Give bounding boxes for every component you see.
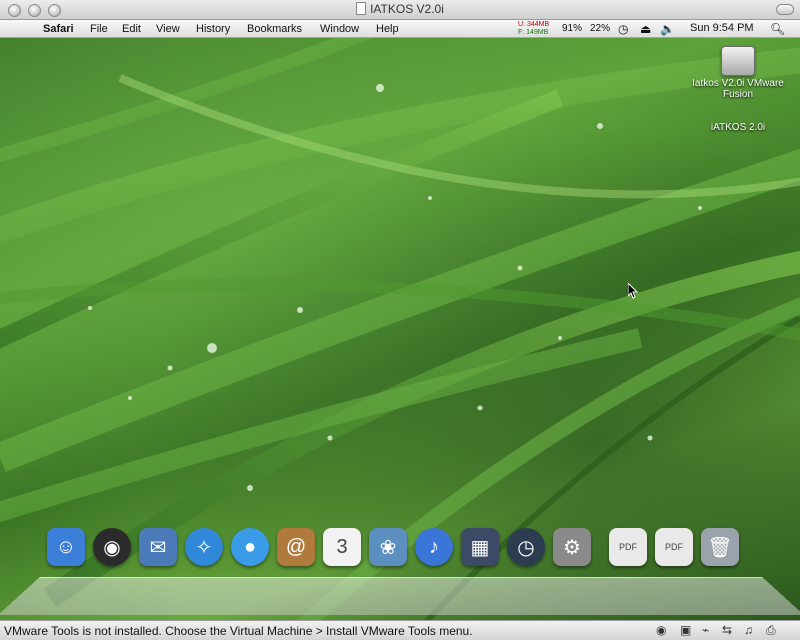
menu-history[interactable]: History [196, 23, 230, 35]
vmware-tools-message: VMware Tools is not installed. Choose th… [4, 624, 473, 638]
dock-item-pdf-document-2[interactable]: PDF [655, 528, 693, 566]
vmware-status-bar: VMware Tools is not installed. Choose th… [0, 620, 800, 640]
memory-free: F: 149MB [518, 29, 549, 36]
memory-used: U: 344MB [518, 21, 550, 28]
time-machine-menu-icon[interactable]: ◷ [618, 22, 628, 36]
window-title-bar[interactable]: IATKOS V2.0i [0, 0, 800, 20]
cd-drive-icon[interactable]: ◉ [656, 623, 666, 637]
menu-help[interactable]: Help [376, 23, 399, 35]
finder-icon: ☺ [55, 535, 77, 558]
menu-bookmarks[interactable]: Bookmarks [247, 23, 302, 35]
ical-icon: 3 [336, 535, 348, 558]
dock-item-safari[interactable]: ✧ [185, 528, 223, 566]
printer-icon[interactable]: ⎙ [766, 623, 776, 638]
pdf-document-1-icon: PDF [619, 542, 637, 552]
trash-icon: 🗑 [707, 536, 733, 559]
volume-icon[interactable]: 🔈 [660, 22, 675, 36]
document-icon [356, 2, 367, 15]
floppy-icon[interactable]: ▣ [680, 623, 691, 637]
eject-icon[interactable]: ⏏ [640, 22, 651, 36]
dock-item-trash[interactable]: 🗑 [701, 528, 739, 566]
ichat-icon: ● [243, 535, 257, 558]
dock-item-mail[interactable]: ✉ [139, 528, 177, 566]
iphoto-icon: ❀ [379, 536, 397, 559]
dock-item-spaces[interactable]: ▦ [461, 528, 499, 566]
usb-icon[interactable]: ⌁ [702, 623, 709, 637]
itunes-icon: ♪ [429, 535, 439, 558]
memory-meter[interactable]: U: 344MB F: 149MB [518, 21, 549, 37]
address-book-icon: @ [285, 535, 307, 558]
menu-bar: Safari File Edit View History Bookmarks … [0, 20, 800, 38]
window-title: IATKOS V2.0i [370, 2, 444, 16]
dock-item-iphoto[interactable]: ❀ [369, 528, 407, 566]
dashboard-icon: ◉ [103, 536, 121, 559]
dock-item-finder[interactable]: ☺ [47, 528, 85, 566]
dock-item-pdf-document-1[interactable]: PDF [609, 528, 647, 566]
menu-file[interactable]: File [90, 23, 108, 35]
dock: ☺ ◉ ✉ ✧ ● @3 ❀ ♪ ▦ ◷ ⚙ PDF PDF 🗑 [0, 528, 800, 578]
battery-percent[interactable]: 22% [590, 23, 610, 34]
cpu-usage[interactable]: 91% [562, 23, 582, 34]
menu-clock[interactable]: Sun 9:54 PM [690, 22, 754, 34]
dock-shelf [0, 576, 800, 616]
time-machine-icon: ◷ [517, 536, 535, 559]
desktop-icon-label: iATKOS 2.0i [710, 122, 766, 133]
dock-item-system-preferences[interactable]: ⚙ [553, 528, 591, 566]
desktop-drive-vmware-fusion[interactable]: Iatkos V2.0i VMware Fusion [678, 46, 798, 100]
window-title-wrap: IATKOS V2.0i [0, 2, 800, 16]
dock-item-address-book[interactable]: @ [277, 528, 315, 566]
pdf-document-2-icon: PDF [665, 542, 683, 552]
mouse-pointer-icon [628, 283, 638, 299]
spotlight-search-icon[interactable]: 🔍︎ [770, 22, 785, 36]
menu-view[interactable]: View [156, 23, 180, 35]
spaces-icon: ▦ [470, 536, 490, 559]
safari-icon: ✧ [195, 536, 213, 559]
desktop-drive-iatkos[interactable]: iATKOS 2.0i [678, 122, 798, 133]
menu-window[interactable]: Window [320, 23, 359, 35]
network-icon[interactable]: ⇆ [722, 623, 732, 637]
dock-item-time-machine[interactable]: ◷ [507, 528, 545, 566]
toolbar-toggle-button[interactable] [776, 4, 794, 15]
menu-app-name[interactable]: Safari [43, 23, 74, 35]
desktop-icon-label: Iatkos V2.0i VMware Fusion [692, 78, 784, 100]
dock-item-ichat[interactable]: ● [231, 528, 269, 566]
menu-edit[interactable]: Edit [122, 23, 141, 35]
dock-item-dashboard[interactable]: ◉ [93, 528, 131, 566]
dock-item-itunes[interactable]: ♪ [415, 528, 453, 566]
dock-item-ical[interactable]: 3 [323, 528, 361, 566]
system-preferences-icon: ⚙ [563, 536, 581, 559]
hard-drive-icon [721, 46, 755, 76]
sound-icon[interactable]: ♫ [744, 623, 753, 637]
mail-icon: ✉ [149, 536, 167, 559]
